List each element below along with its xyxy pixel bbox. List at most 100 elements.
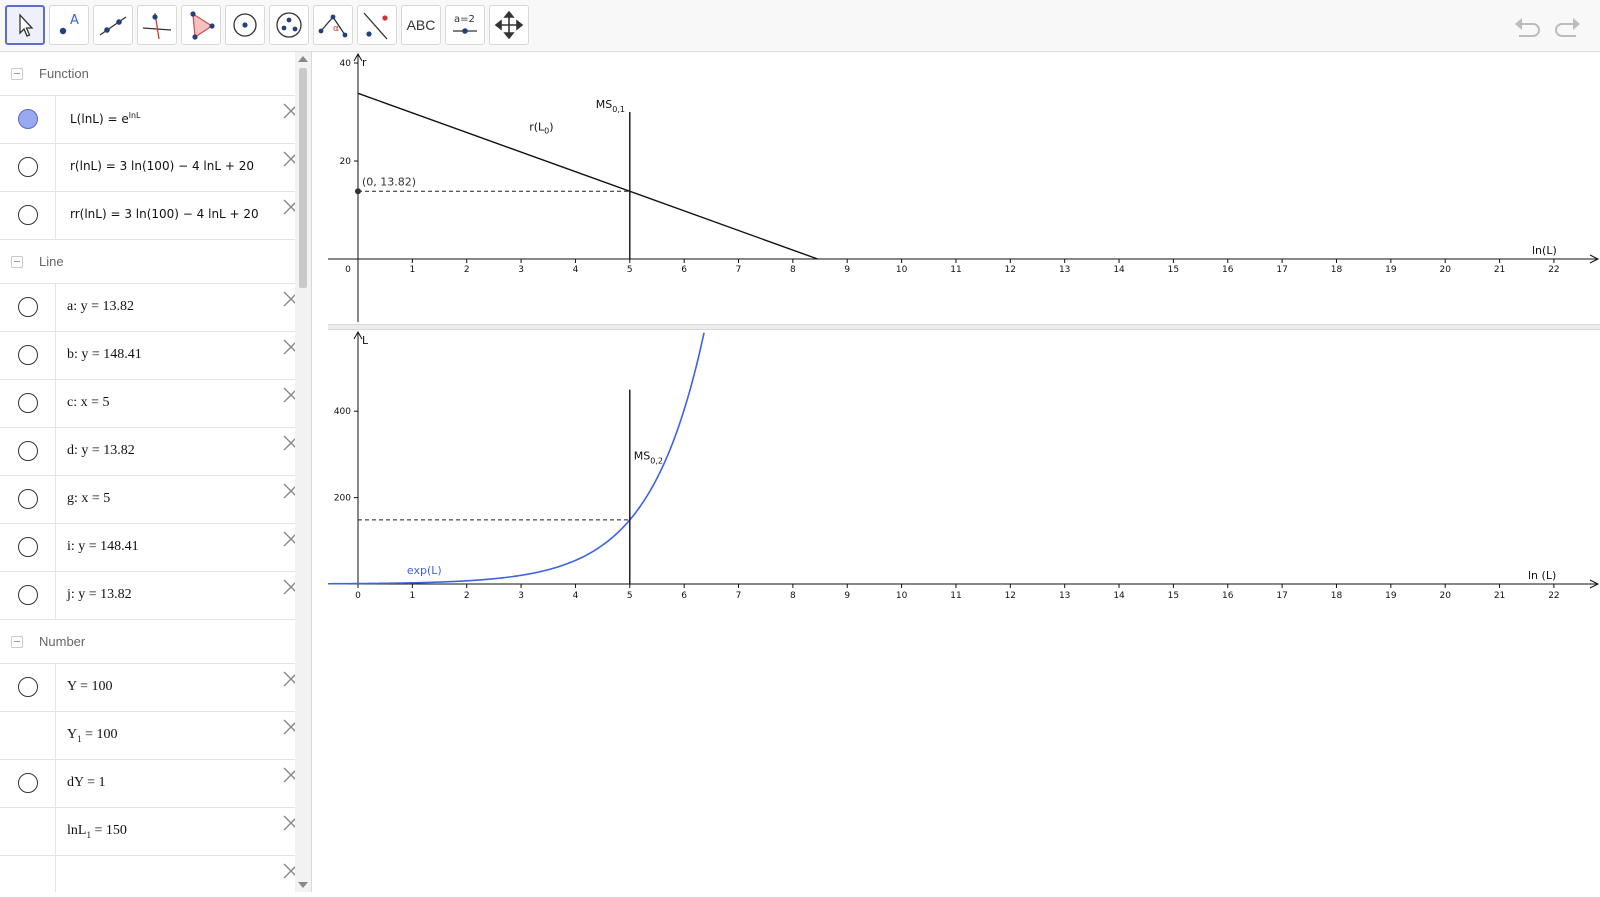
- visibility-toggle[interactable]: [18, 585, 38, 605]
- algebra-expression[interactable]: Y1 = 100: [67, 727, 118, 744]
- x-tick-label: 21: [1494, 265, 1505, 275]
- algebra-expression[interactable]: dY = 1: [67, 775, 106, 791]
- y-tick-labels: 200 400: [334, 407, 351, 503]
- x-tick-label: 12: [1005, 265, 1016, 275]
- algebra-row[interactable]: Y1 = 100: [0, 712, 299, 760]
- graphics-view-2[interactable]: 0 1 2 3 4 5 6 7 8 9 10 11 12 13 14 15 16 17 18 19 20 21 22 200…: [325, 330, 1600, 892]
- visibility-toggle[interactable]: [18, 773, 38, 793]
- visibility-toggle[interactable]: [18, 157, 38, 177]
- y-tick-label: 400: [334, 407, 351, 417]
- visibility-toggle[interactable]: [18, 393, 38, 413]
- group-header-number[interactable]: Number: [0, 620, 296, 664]
- point-intercept[interactable]: [355, 188, 361, 195]
- algebra-row[interactable]: L(lnL) = elnL: [0, 96, 299, 144]
- scroll-up-icon[interactable]: [298, 56, 308, 62]
- text-icon: ABC: [406, 17, 436, 33]
- graphics-view-1[interactable]: 0 1 2 3 4 5 6 7 8 9 10 11 12 13 14 15 16 17 18 19 20 21 22 20 4…: [328, 52, 1600, 324]
- visibility-toggle[interactable]: [18, 441, 38, 461]
- graphics-1-canvas[interactable]: 0 1 2 3 4 5 6 7 8 9 10 11 12 13 14 15 16 17 18 19 20 21 22 204…: [328, 52, 1600, 324]
- algebra-expression[interactable]: r(lnL) = 3 ln(100) − 4 lnL + 20: [70, 159, 254, 173]
- x-tick-label: 14: [1113, 591, 1125, 601]
- algebra-row[interactable]: a: y = 13.82: [0, 284, 299, 332]
- algebra-expression[interactable]: a: y = 13.82: [67, 299, 134, 315]
- visibility-toggle[interactable]: [18, 345, 38, 365]
- redo-button[interactable]: [1552, 12, 1582, 45]
- algebra-expression[interactable]: rr(lnL) = 3 ln(100) − 4 lnL + 20: [70, 207, 259, 221]
- x-tick-label: 7: [736, 265, 742, 275]
- x-axis-label: ln(L): [1532, 244, 1557, 257]
- x-tick-label: 10: [896, 265, 908, 275]
- algebra-expression[interactable]: Y = 100: [67, 679, 113, 695]
- x-tick-labels: 0 1 2 3 4 5 6 7 8 9 10 11 12 13 14 15 16 17 18 19 20 21 22: [345, 265, 1560, 275]
- y-axis-label: r: [362, 56, 367, 69]
- algebra-row[interactable]: j: y = 13.82: [0, 572, 299, 620]
- collapse-icon[interactable]: [11, 67, 23, 80]
- algebra-row[interactable]: dY = 1: [0, 760, 299, 808]
- point-label: (0, 13.82): [362, 175, 416, 188]
- algebra-row[interactable]: Y = 100: [0, 664, 299, 712]
- y-axis-label: L: [362, 334, 369, 347]
- y-tick-labels: 2040: [340, 59, 352, 167]
- collapse-icon[interactable]: [11, 255, 23, 268]
- scroll-thumb[interactable]: [299, 68, 307, 288]
- algebra-row[interactable]: [0, 856, 299, 892]
- undo-button[interactable]: [1513, 12, 1543, 45]
- algebra-expression[interactable]: g: x = 5: [67, 491, 110, 507]
- x-tick-label: 5: [627, 591, 633, 601]
- point-tool-button[interactable]: A: [49, 5, 89, 45]
- function-r[interactable]: [357, 92, 818, 260]
- algebra-expression[interactable]: c: x = 5: [67, 395, 110, 411]
- algebra-row[interactable]: g: x = 5: [0, 476, 299, 524]
- scroll-down-icon[interactable]: [298, 882, 308, 888]
- visibility-toggle[interactable]: [18, 537, 38, 557]
- x-tick-label: 8: [790, 265, 796, 275]
- y-tick-label: 200: [334, 494, 351, 504]
- visibility-toggle[interactable]: [18, 205, 38, 225]
- visibility-toggle[interactable]: [18, 677, 38, 697]
- x-tick-label: 15: [1168, 265, 1179, 275]
- x-tick-label: 3: [518, 591, 524, 601]
- algebra-expression[interactable]: lnL1 = 150: [67, 823, 127, 840]
- x-tick-label: 5: [627, 265, 633, 275]
- algebra-expression[interactable]: L(lnL) = elnL: [70, 111, 141, 126]
- algebra-row[interactable]: c: x = 5: [0, 380, 299, 428]
- y-tick-label: 20: [340, 157, 352, 167]
- text-tool-button[interactable]: ABC: [401, 5, 441, 45]
- perpendicular-tool-button[interactable]: [137, 5, 177, 45]
- algebra-row[interactable]: r(lnL) = 3 ln(100) − 4 lnL + 20: [0, 144, 299, 192]
- line-tool-button[interactable]: [93, 5, 133, 45]
- visibility-toggle[interactable]: [18, 489, 38, 509]
- algebra-expression[interactable]: d: y = 13.82: [67, 443, 135, 459]
- algebra-expression[interactable]: j: y = 13.82: [67, 587, 132, 603]
- circle-tool-button[interactable]: [225, 5, 265, 45]
- reflect-tool-button[interactable]: [357, 5, 397, 45]
- algebra-expression[interactable]: b: y = 148.41: [67, 347, 142, 363]
- graphics-2-canvas[interactable]: 0 1 2 3 4 5 6 7 8 9 10 11 12 13 14 15 16 17 18 19 20 21 22 200…: [325, 330, 1600, 892]
- visibility-toggle[interactable]: [18, 109, 38, 129]
- collapse-icon[interactable]: [11, 635, 23, 648]
- angle-tool-button[interactable]: α: [313, 5, 353, 45]
- point-icon: A: [59, 13, 79, 35]
- algebra-scrollbar[interactable]: [295, 52, 311, 892]
- x-tick-label: 2: [464, 591, 470, 601]
- visibility-toggle[interactable]: [18, 297, 38, 317]
- algebra-row[interactable]: i: y = 148.41: [0, 524, 299, 572]
- algebra-row[interactable]: lnL1 = 150: [0, 808, 299, 856]
- slider-tool-button[interactable]: a=2: [445, 5, 485, 45]
- algebra-row[interactable]: b: y = 148.41: [0, 332, 299, 380]
- ellipse-tool-button[interactable]: [269, 5, 309, 45]
- angle-icon: α: [318, 14, 348, 38]
- algebra-row[interactable]: rr(lnL) = 3 ln(100) − 4 lnL + 20: [0, 192, 299, 240]
- x-tick-label: 17: [1276, 265, 1287, 275]
- group-header-line[interactable]: Line: [0, 240, 296, 284]
- x-tick-label: 16: [1222, 265, 1234, 275]
- perpendicular-icon: [142, 12, 172, 40]
- polygon-tool-button[interactable]: [181, 5, 221, 45]
- move-tool-button[interactable]: [5, 5, 45, 45]
- x-tick-label: 2: [464, 265, 470, 275]
- group-header-function[interactable]: Function: [0, 52, 296, 96]
- move-graphics-tool-button[interactable]: [489, 5, 529, 45]
- algebra-expression[interactable]: i: y = 148.41: [67, 539, 139, 555]
- algebra-row[interactable]: d: y = 13.82: [0, 428, 299, 476]
- x-tick-label: 20: [1439, 265, 1451, 275]
